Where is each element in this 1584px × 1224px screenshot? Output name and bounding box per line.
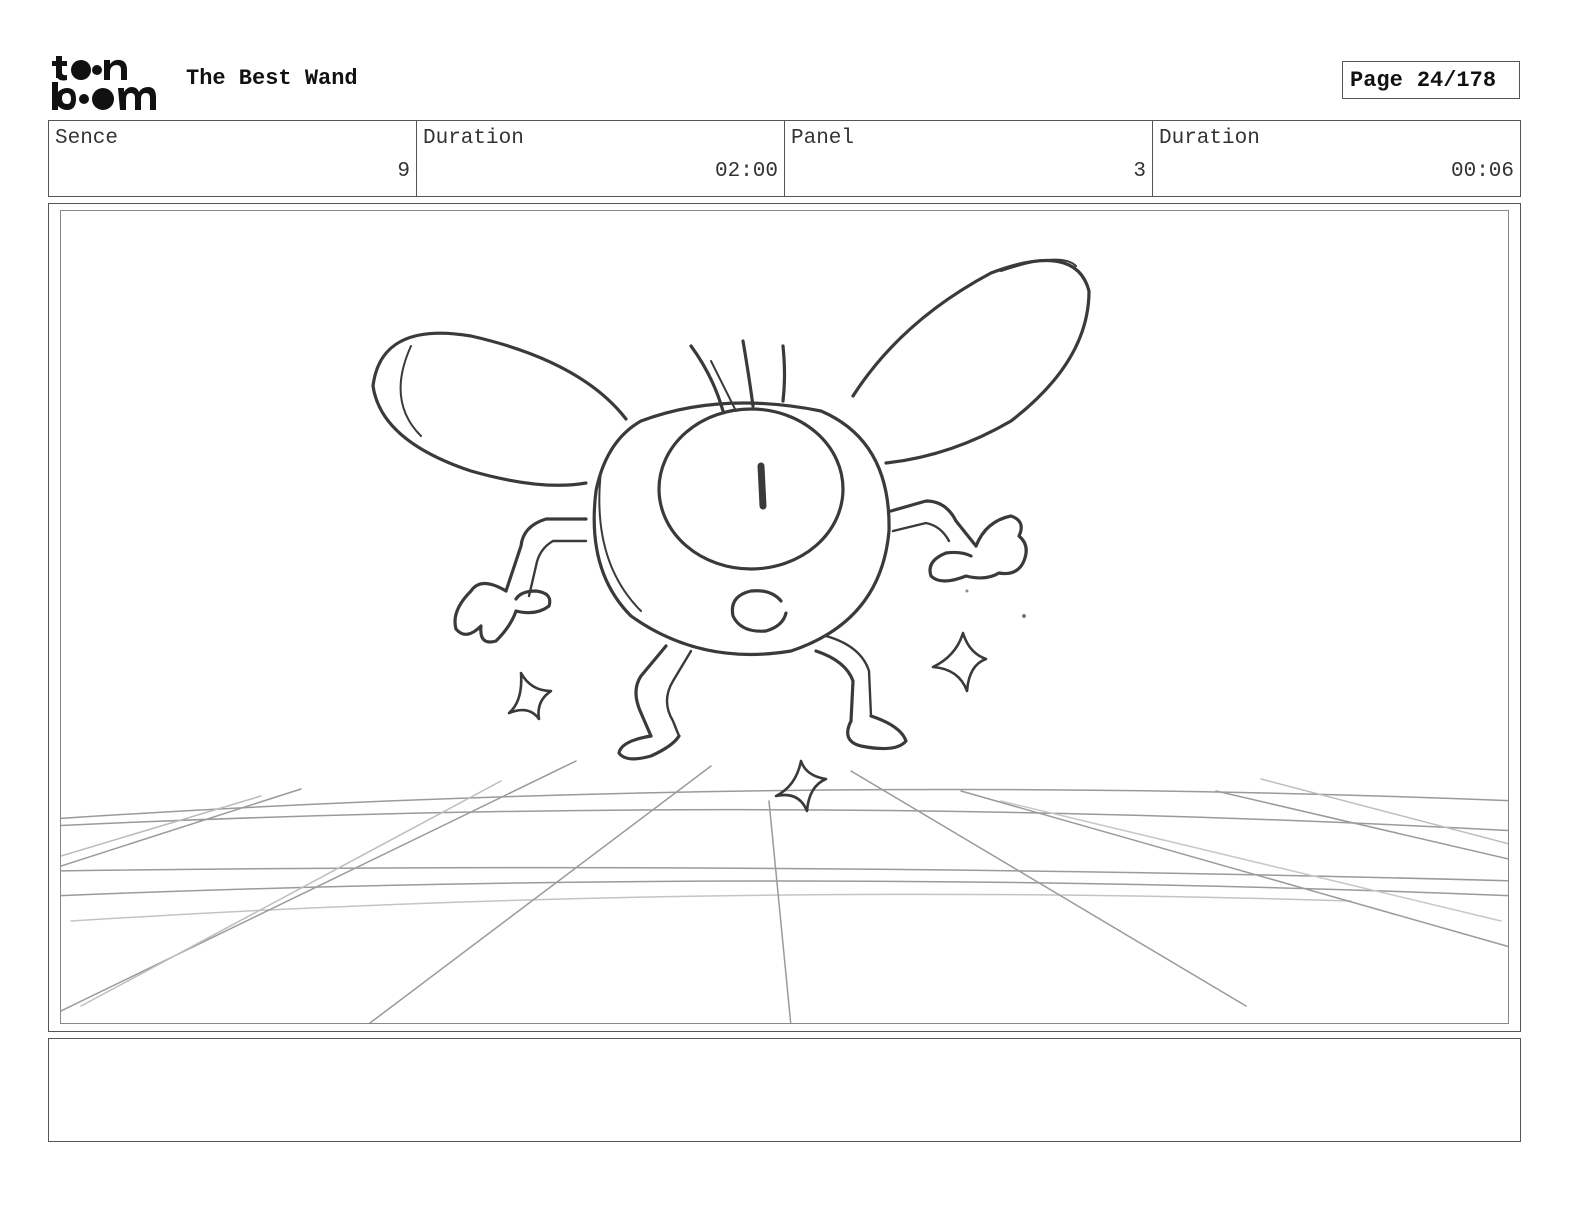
scene-duration-value: 02:00	[714, 160, 778, 183]
floor-grid	[61, 760, 1508, 1023]
scene-label: Sence	[55, 127, 119, 150]
panel-label: Panel	[791, 127, 855, 150]
panel-notes-box[interactable]	[48, 1038, 1521, 1142]
scene-value: 9	[397, 160, 410, 183]
project-title: The Best Wand	[186, 66, 358, 91]
page-indicator: Page 24/178	[1342, 61, 1520, 99]
panel-duration-cell: Duration 00:06	[1153, 121, 1520, 196]
page-number: 24/178	[1416, 67, 1497, 93]
panel-duration-label: Duration	[1159, 127, 1260, 150]
scene-duration-cell: Duration 02:00	[417, 121, 785, 196]
panel-value: 3	[1133, 160, 1146, 183]
panel-cell: Panel 3	[785, 121, 1153, 196]
scene-cell: Sence 9	[49, 121, 417, 196]
storyboard-panel	[60, 210, 1509, 1024]
toon-boom-logo	[52, 56, 156, 110]
panel-sketch	[61, 258, 1508, 1023]
panel-info-table: Sence 9 Duration 02:00 Panel 3 Duration …	[48, 120, 1521, 197]
creature-sketch	[371, 258, 1091, 813]
panel-duration-value: 00:06	[1450, 160, 1514, 183]
page-label: Page	[1350, 67, 1403, 93]
scene-duration-label: Duration	[423, 127, 524, 150]
